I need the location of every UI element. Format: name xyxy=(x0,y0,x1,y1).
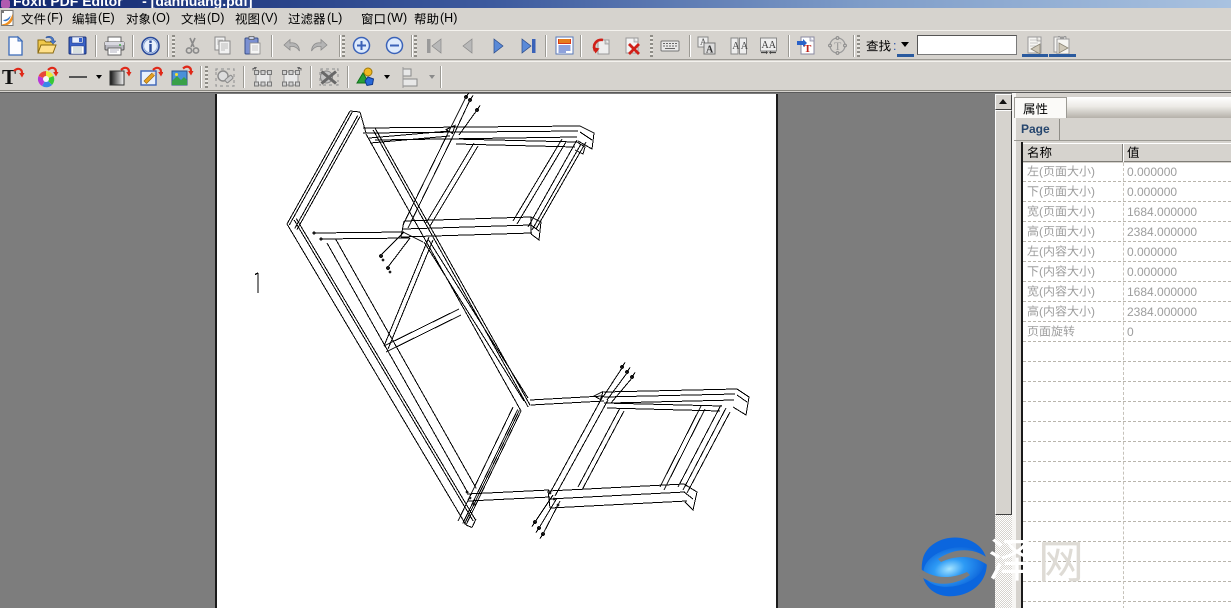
svg-text:): ) xyxy=(1091,305,1095,319)
svg-text:): ) xyxy=(1091,265,1095,279)
svg-text:): ) xyxy=(1091,225,1095,239)
svg-text:T: T xyxy=(2,65,16,89)
svg-text:(: ( xyxy=(1039,285,1043,299)
svg-text:(: ( xyxy=(1039,205,1043,219)
svg-text:): ) xyxy=(1091,245,1095,259)
svg-text:): ) xyxy=(1091,165,1095,179)
svg-text:(: ( xyxy=(1039,265,1043,279)
svg-text:(: ( xyxy=(1039,305,1043,319)
svg-text:(: ( xyxy=(1039,245,1043,259)
svg-text:): ) xyxy=(1091,285,1095,299)
svg-text:(: ( xyxy=(1039,185,1043,199)
svg-text:(: ( xyxy=(1039,165,1043,179)
svg-text:): ) xyxy=(1091,205,1095,219)
svg-text:): ) xyxy=(1091,185,1095,199)
svg-text:A: A xyxy=(706,45,714,56)
svg-text:T: T xyxy=(834,39,842,53)
svg-text:T: T xyxy=(804,43,812,55)
svg-text:(: ( xyxy=(1039,225,1043,239)
svg-text:AA: AA xyxy=(762,40,777,51)
svg-text:A: A xyxy=(732,41,740,52)
svg-text:A: A xyxy=(741,41,749,52)
